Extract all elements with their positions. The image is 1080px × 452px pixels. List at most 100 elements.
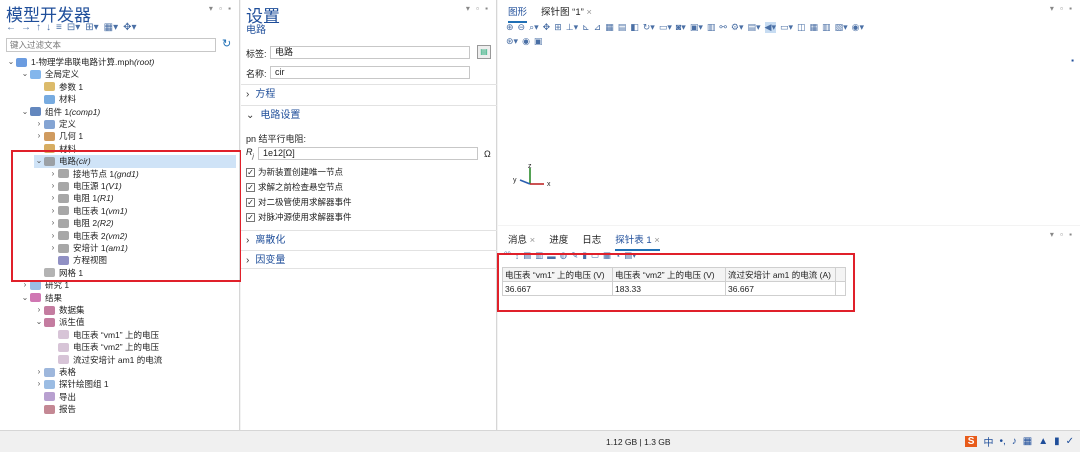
checkbox-icon[interactable]: ✓ bbox=[246, 182, 255, 192]
expand-icon[interactable]: ⊞▾ bbox=[85, 22, 98, 33]
view-3d-icon[interactable]: ▦ bbox=[605, 22, 614, 33]
view-xy-icon[interactable]: ⊥▾ bbox=[566, 22, 578, 33]
grid-icon[interactable]: ▥ bbox=[707, 22, 716, 33]
settings-window-controls[interactable]: ▾ ▫ ▪ bbox=[466, 4, 490, 13]
checkbox-icon[interactable]: ✓ bbox=[246, 167, 255, 177]
panel-window-controls[interactable]: ▾ ▫ ▪ bbox=[209, 4, 233, 13]
microphone-icon[interactable]: ♪ bbox=[1012, 436, 1017, 447]
move-down-icon[interactable]: ↓ bbox=[46, 22, 51, 33]
zoom-extents-icon[interactable]: ✥ bbox=[543, 22, 551, 33]
clear-icon[interactable]: ◔ bbox=[615, 251, 620, 261]
export-icon[interactable]: ▥ bbox=[822, 22, 831, 33]
output-window-controls[interactable]: ▾ ▫ ▪ bbox=[1050, 230, 1074, 239]
image-icon[interactable]: ▧▾ bbox=[835, 22, 848, 33]
chevron-right-icon[interactable]: › bbox=[20, 279, 30, 291]
tree-item[interactable]: › 探针绘图组 1 bbox=[34, 378, 109, 390]
tree-item[interactable]: ⌄ 全局定义 bbox=[20, 68, 79, 80]
table-header[interactable]: 电压表 “vm1” 上的电压 (V) bbox=[502, 267, 613, 282]
reset-view-icon[interactable]: ⊛▾ bbox=[506, 36, 518, 47]
auto-precision-icon[interactable]: ▥ bbox=[535, 250, 543, 261]
tree-item[interactable]: › 电阻 2 (R2) bbox=[48, 217, 114, 229]
screenshot-icon[interactable]: ▣▾ bbox=[690, 22, 703, 33]
toolbox-icon[interactable]: ▮ bbox=[1054, 436, 1060, 447]
print-icon[interactable]: ▣ bbox=[534, 36, 543, 47]
tree-search-input[interactable] bbox=[6, 38, 216, 52]
link-icon[interactable]: ⚯ bbox=[719, 22, 727, 33]
tab-graphics[interactable]: 图形 bbox=[508, 4, 528, 23]
chevron-right-icon[interactable]: › bbox=[48, 217, 58, 229]
camera-icon[interactable]: ◉ bbox=[522, 36, 530, 47]
view-yz-icon[interactable]: ⊿ bbox=[594, 22, 602, 33]
chevron-right-icon[interactable]: › bbox=[34, 304, 44, 316]
tree-item[interactable]: 材料 bbox=[34, 93, 76, 105]
tab-output-1[interactable]: 进度 bbox=[549, 232, 568, 251]
tree-item[interactable]: ⌄ 1-物理学串联电路计算.mph (root) bbox=[6, 56, 155, 68]
select-icon[interactable]: ◧ bbox=[630, 22, 639, 33]
refresh-filter-icon[interactable]: ↻ bbox=[222, 37, 231, 50]
zoom-out-icon[interactable]: ⊖ bbox=[518, 22, 526, 33]
render-icon[interactable]: ◙▾ bbox=[676, 22, 686, 33]
back-arrow-icon[interactable]: ← bbox=[6, 22, 16, 33]
option-checkbox[interactable]: ✓ 对二极管使用求解器事件 bbox=[246, 196, 352, 208]
chevron-right-icon[interactable]: › bbox=[34, 118, 44, 130]
tree-item[interactable]: › 定义 bbox=[34, 118, 76, 130]
zoom-box-icon[interactable]: ⌕▾ bbox=[529, 22, 539, 33]
reset-label-icon[interactable]: ▤ bbox=[477, 45, 491, 59]
tree-item[interactable]: › 接地节点 1 (gnd1) bbox=[48, 168, 139, 180]
tab-output-2[interactable]: 日志 bbox=[582, 232, 601, 251]
label-field[interactable]: 电路 bbox=[270, 46, 470, 59]
chevron-down-icon[interactable]: ⌄ bbox=[34, 316, 44, 328]
layout-icon[interactable]: ▭▾ bbox=[780, 22, 793, 33]
checkbox-icon[interactable]: ✓ bbox=[246, 212, 255, 222]
tree-item[interactable]: ⌄ 电路 (cir) bbox=[34, 155, 236, 168]
tree-item[interactable]: › 电压表 1 (vm1) bbox=[48, 205, 128, 217]
punctuation-icon[interactable]: •, bbox=[999, 436, 1005, 447]
chevron-down-icon[interactable]: ⌄ bbox=[20, 292, 30, 304]
pin-icon[interactable]: ✥▾ bbox=[123, 22, 136, 33]
full-precision-icon[interactable]: ▤ bbox=[523, 250, 531, 261]
precision-icon[interactable]: ⁰⁰ bbox=[504, 250, 511, 261]
scene-light-icon[interactable]: ▤ bbox=[618, 22, 627, 33]
chevron-down-icon[interactable]: ⌄ bbox=[20, 68, 30, 80]
view-xz-icon[interactable]: ⊾ bbox=[582, 22, 590, 33]
chevron-right-icon[interactable]: › bbox=[48, 192, 58, 204]
section-discretization[interactable]: › 离散化 bbox=[241, 230, 497, 249]
tree-item[interactable]: 方程视图 bbox=[48, 254, 107, 266]
transparency-icon[interactable]: ⊞ bbox=[554, 22, 562, 33]
tree-item[interactable]: › 电压源 1 (V1) bbox=[48, 180, 122, 192]
tree-item[interactable]: › 安培计 1 (am1) bbox=[48, 242, 128, 254]
section-circuit-settings[interactable]: ⌄ 电路设置 bbox=[241, 105, 497, 124]
tree-item[interactable]: 参数 1 bbox=[34, 81, 83, 93]
skin-icon[interactable]: ▲ bbox=[1038, 436, 1048, 447]
marker-icon[interactable]: ✎ bbox=[571, 250, 578, 261]
close-icon[interactable]: × bbox=[527, 235, 536, 246]
chevron-right-icon[interactable]: › bbox=[48, 230, 58, 242]
plot-icon[interactable]: ◍ bbox=[560, 250, 567, 261]
tab-output-3[interactable]: 探针表 1 × bbox=[615, 232, 660, 251]
tree-item[interactable]: › 电压表 2 (vm2) bbox=[48, 230, 128, 242]
tree-item[interactable]: › 数据集 bbox=[34, 304, 85, 316]
copy-icon[interactable]: ▭ bbox=[591, 250, 599, 261]
info-icon[interactable]: ▮ bbox=[582, 250, 587, 261]
tree-item[interactable]: › 几何 1 bbox=[34, 130, 83, 142]
tree-item[interactable]: 流过安培计 am1 的电流 bbox=[48, 354, 162, 366]
checkbox-icon[interactable]: ✓ bbox=[246, 197, 255, 207]
chevron-right-icon[interactable]: › bbox=[48, 242, 58, 254]
table-graph-icon[interactable]: ▬ bbox=[547, 251, 556, 261]
chevron-right-icon[interactable]: › bbox=[48, 168, 58, 180]
settings-icon[interactable]: ▤▾ bbox=[624, 250, 636, 261]
tree-item[interactable]: 网格 1 bbox=[34, 267, 83, 279]
tree-item[interactable]: › 电阻 1 (R1) bbox=[48, 192, 114, 204]
tree-item[interactable]: › 表格 bbox=[34, 366, 76, 378]
close-icon[interactable]: × bbox=[652, 235, 660, 246]
keyboard-icon[interactable]: ▦ bbox=[1023, 436, 1032, 447]
color-icon[interactable]: ▦ bbox=[603, 250, 611, 261]
chevron-down-icon[interactable]: ⌄ bbox=[34, 155, 44, 167]
tree-item[interactable]: › 研究 1 bbox=[20, 279, 69, 291]
tree-item[interactable]: 材料 bbox=[34, 143, 76, 155]
animate-icon[interactable]: ◉▾ bbox=[852, 22, 864, 33]
settings-icon[interactable]: ⚙▾ bbox=[731, 22, 744, 33]
forward-arrow-icon[interactable]: → bbox=[21, 22, 31, 33]
option-checkbox[interactable]: ✓ 对脉冲源使用求解器事件 bbox=[246, 211, 352, 223]
tree-item[interactable]: 报告 bbox=[34, 403, 76, 415]
